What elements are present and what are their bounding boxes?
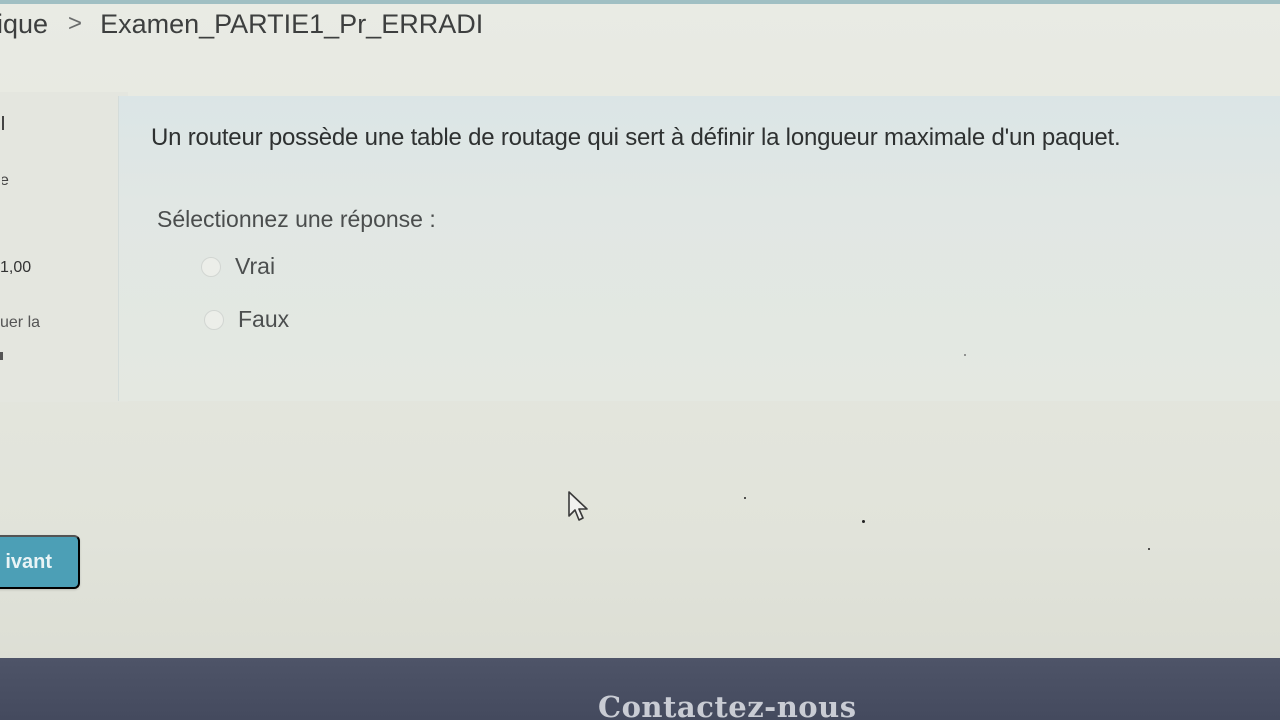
question-status-fragment: e — [0, 172, 9, 189]
answer-option-vrai[interactable]: Vrai — [201, 253, 275, 280]
question-mark-value: 1,00 — [0, 259, 32, 276]
mouse-pointer-icon — [568, 491, 588, 521]
question-text: Un routeur possède une table de routage … — [151, 124, 1121, 151]
contact-us-link[interactable]: Contactez-nous — [598, 690, 857, 720]
question-content: Un routeur possède une table de routage … — [118, 96, 1280, 401]
answer-option-faux[interactable]: Faux — [204, 306, 289, 333]
answer-label-vrai: Vrai — [235, 253, 276, 279]
answer-label-faux: Faux — [238, 306, 290, 332]
radio-button-icon[interactable] — [201, 256, 221, 277]
breadcrumb: ique > Examen_PARTIE1_Pr_ERRADI — [0, 4, 483, 44]
screen-dust-speck — [862, 520, 865, 523]
next-page-button[interactable]: ivant — [0, 535, 80, 589]
quiz-page: ique > Examen_PARTIE1_Pr_ERRADI e 1,00 u… — [0, 0, 1280, 720]
page-footer: Contactez-nous — [0, 658, 1280, 720]
chevron-right-icon: > — [68, 10, 83, 37]
screen-dust-speck — [964, 354, 966, 356]
question-number-fragment — [2, 116, 4, 130]
breadcrumb-parent-link[interactable]: ique — [0, 9, 48, 40]
answer-prompt: Sélectionnez une réponse : — [157, 206, 436, 232]
screen-dust-speck — [744, 497, 746, 499]
flag-icon-fragment — [0, 352, 3, 360]
screen-dust-speck — [1148, 548, 1150, 550]
question-info-panel: e 1,00 uer la — [0, 92, 128, 402]
breadcrumb-current-link[interactable]: Examen_PARTIE1_Pr_ERRADI — [100, 9, 483, 40]
flag-question-link[interactable]: uer la — [0, 314, 40, 332]
radio-button-icon[interactable] — [204, 309, 224, 330]
